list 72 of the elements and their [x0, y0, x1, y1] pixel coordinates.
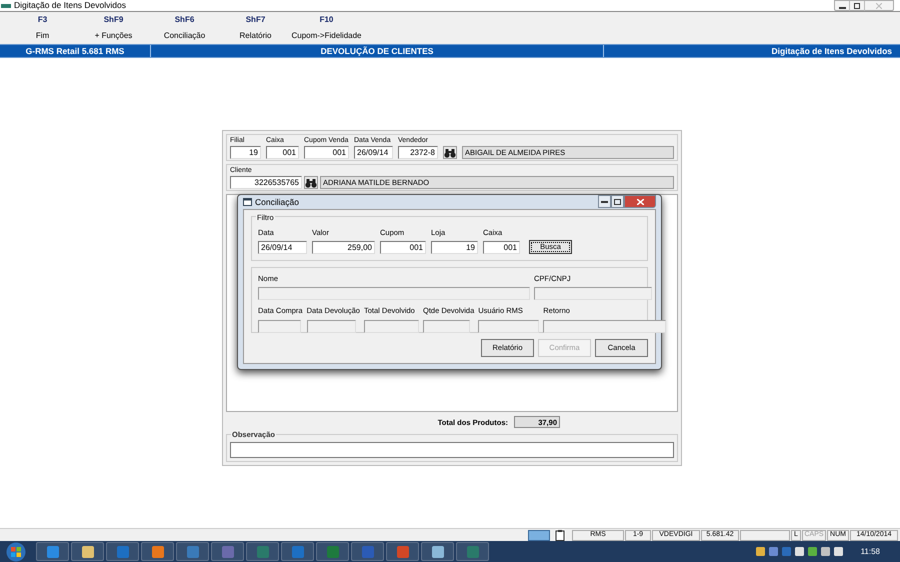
binoculars-icon [444, 148, 456, 158]
minimize-button[interactable] [598, 195, 611, 208]
restore-icon [854, 3, 860, 9]
taskbar-app-button[interactable] [71, 542, 104, 561]
tray-icon[interactable] [794, 547, 804, 556]
input-field[interactable]: 001 [266, 146, 299, 159]
input-field[interactable]: 19 [230, 146, 261, 159]
input-field[interactable] [543, 320, 666, 332]
tray-icon[interactable] [834, 547, 843, 556]
status-panel [740, 530, 790, 540]
close-button[interactable] [624, 195, 656, 208]
app-icon [326, 546, 338, 558]
maximize-button[interactable] [611, 195, 624, 208]
input-field[interactable]: 19 [431, 241, 478, 254]
app-icon [46, 546, 58, 558]
maximize-icon [614, 198, 621, 204]
function-key-button[interactable]: F10 Cupom->Fidelidade [291, 14, 362, 42]
function-key-button[interactable]: F3 Fim [7, 14, 78, 42]
input-field[interactable]: 26/09/14 [354, 146, 393, 159]
input-field[interactable]: 26/09/14 [258, 241, 307, 254]
app-icon [362, 546, 374, 558]
app-icon [466, 546, 478, 558]
search-button[interactable] [443, 146, 457, 159]
app-icon [116, 546, 128, 558]
function-key-button[interactable]: ShF7 Relatório [220, 14, 291, 42]
input-field[interactable]: 2372-8 [398, 146, 438, 159]
app-icon [152, 546, 164, 558]
close-icon [636, 198, 644, 204]
app-icon [292, 546, 304, 558]
start-button[interactable] [4, 541, 28, 562]
monitor-icon [528, 530, 550, 540]
window-icon [243, 198, 252, 206]
input-field[interactable]: 001 [380, 241, 426, 254]
clipboard-icon [555, 530, 565, 540]
close-icon [876, 3, 882, 9]
app-version-label: G-RMS Retail 5.681 RMS [26, 44, 124, 58]
windows-logo-icon [6, 542, 26, 562]
window-title: Digitação de Itens Devolvidos [14, 0, 126, 12]
clock-label: 11:58 [860, 546, 880, 558]
tray-icon[interactable] [820, 547, 830, 556]
input-field[interactable]: 3226535765 [230, 176, 302, 189]
app-icon [432, 546, 444, 558]
taskbar-app-button[interactable] [36, 542, 69, 561]
app-icon [256, 546, 268, 558]
app-icon [186, 546, 198, 558]
input-field[interactable] [306, 320, 356, 332]
input-field[interactable] [258, 287, 530, 300]
input-field[interactable] [258, 320, 301, 332]
taskbar-app-button[interactable] [141, 542, 174, 561]
input-field[interactable] [364, 320, 419, 332]
function-key-button[interactable]: ShF9 + Funções [78, 14, 149, 42]
input-field[interactable]: 001 [304, 146, 349, 159]
input-field[interactable]: 259,00 [312, 241, 375, 254]
tray-icon[interactable] [756, 547, 765, 556]
app-icon [396, 546, 408, 558]
dialog-title: Conciliação [255, 196, 299, 208]
app-icon [222, 546, 234, 558]
input-field[interactable] [422, 320, 470, 332]
minimize-icon [601, 200, 608, 203]
binoculars-icon [305, 178, 317, 188]
input-field[interactable] [534, 287, 652, 300]
observation-field[interactable] [230, 442, 674, 458]
tray-icon[interactable] [808, 547, 817, 556]
app-icon [82, 546, 94, 558]
search-button[interactable] [304, 176, 318, 189]
input-field[interactable]: 001 [483, 241, 520, 254]
form-title: Digitação de Itens Devolvidos [772, 44, 892, 58]
taskbar-app-button[interactable] [421, 542, 454, 561]
screen-title: DEVOLUÇÃO DE CLIENTES [320, 44, 434, 58]
input-field[interactable] [478, 320, 540, 332]
app-icon [1, 2, 11, 8]
function-key-button[interactable]: ShF6 Conciliação [149, 14, 220, 42]
